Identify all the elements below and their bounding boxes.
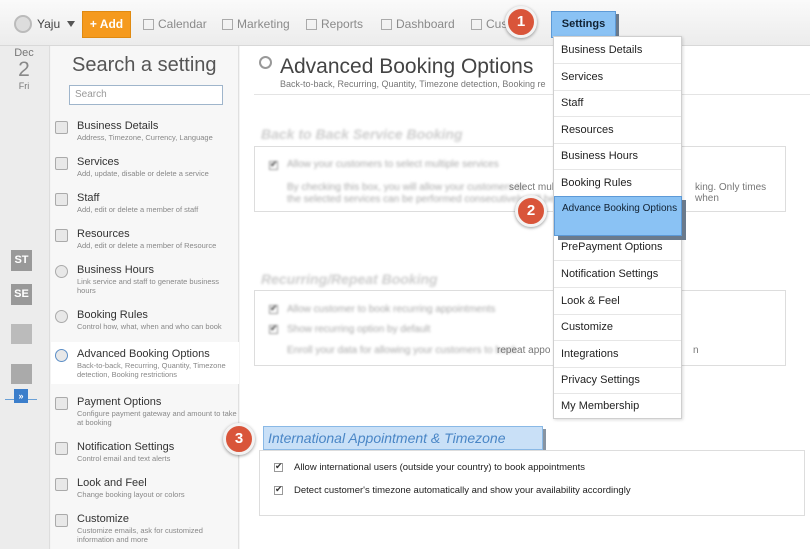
timezone-detect-label: Detect customer's timezone automatically… [294,485,631,496]
nav-dashboard[interactable]: Dashboard [381,17,455,31]
user-menu[interactable]: Yaju [14,15,76,33]
resources-icon [55,229,68,242]
menu-item-staff[interactable]: Staff [554,91,681,117]
section-recurring: Allow customer to book recurring appoint… [254,290,786,366]
menu-item-advance-booking-options[interactable]: Advance Booking Options [554,196,682,236]
nav-calendar[interactable]: Calendar [143,17,207,31]
page-title: Advanced Booking Options [280,55,534,78]
step-marker-1: 1 [505,6,537,38]
brush-icon [55,478,68,491]
sidebar-item-booking-rules[interactable]: Booking Rules Control how, what, when an… [51,309,239,331]
divider [254,94,810,95]
section-international: Allow international users (outside your … [259,450,805,516]
document-icon [55,157,68,170]
sidebar-item-business-hours[interactable]: Business Hours Link service and staff to… [51,264,239,295]
menu-item-business-hours[interactable]: Business Hours [554,144,681,170]
gear-icon [55,310,68,323]
menu-item-business-details[interactable]: Business Details [554,37,681,64]
multi-service-desc: By checking this box, you will allow you… [287,182,525,193]
multi-service-desc-visible-2: king. Only times when [695,182,767,204]
timezone-detect-checkbox[interactable] [274,484,283,495]
sidebar-item-look-and-feel[interactable]: Look and Feel Change booking layout or c… [51,477,239,499]
user-name: Yaju [37,17,61,31]
recurring-default-label: Show recurring option by default [287,324,431,335]
recurring-label: Allow customer to book recurring appoint… [287,304,496,315]
sidebar-item-resources[interactable]: Resources Add, edit or delete a member o… [51,228,239,250]
date-day: 2 [18,58,30,81]
menu-item-privacy-settings[interactable]: Privacy Settings [554,368,681,394]
sidebar-item-services[interactable]: Services Add, update, disable or delete … [51,156,239,178]
megaphone-icon [222,18,233,30]
multi-service-checkbox[interactable] [269,159,278,170]
calendar-icon [143,18,154,30]
menu-item-resources[interactable]: Resources [554,117,681,144]
card-icon [55,397,68,410]
nav-reports[interactable]: Reports [306,17,363,31]
magnifier-gear-icon [55,349,68,362]
dashboard-icon [381,18,392,30]
notification-icon [55,442,68,455]
person-icon [471,18,482,30]
sidebar-item-business-details[interactable]: Business Details Address, Timezone, Curr… [51,120,239,142]
top-bar: Yaju + Add Calendar Marketing Reports Da… [0,0,810,46]
recurring-desc: Enroll your data for allowing your custo… [287,345,518,356]
sidebar-item-customize[interactable]: Customize Customize emails, ask for cust… [51,513,239,544]
rail-badge-st[interactable]: ST [11,250,32,271]
caret-down-icon [67,21,76,27]
menu-item-customize[interactable]: Customize [554,315,681,341]
staff-icon [55,193,68,206]
magnifier-gear-icon [259,56,272,69]
business-icon [55,121,68,134]
rail-badge-se[interactable]: SE [11,284,32,305]
menu-item-services[interactable]: Services [554,64,681,91]
nav-customers[interactable]: Cus [471,17,507,31]
menu-item-my-membership[interactable]: My Membership [554,394,681,419]
section-back-to-back-heading: Back to Back Service Booking [261,126,463,142]
building-icon[interactable] [11,324,32,344]
menu-item-notification-settings[interactable]: Notification Settings [554,261,681,288]
intl-users-checkbox[interactable] [274,461,283,472]
sidebar-item-advanced-booking-options[interactable]: Advanced Booking Options Back-to-back, R… [51,342,239,384]
sidebar-item-payment-options[interactable]: Payment Options Configure payment gatewa… [51,396,239,427]
intl-users-label: Allow international users (outside your … [294,462,585,473]
step-marker-2: 2 [515,195,547,227]
recurring-default-checkbox[interactable] [269,323,278,334]
multi-service-label: Allow your customers to select multiple … [287,159,499,170]
sidebar-title: Search a setting [72,54,217,76]
menu-item-look-and-feel[interactable]: Look & Feel [554,288,681,315]
menu-item-booking-rules[interactable]: Booking Rules [554,170,681,197]
sidebar-item-staff[interactable]: Staff Add, edit or delete a member of st… [51,192,239,214]
nav-marketing[interactable]: Marketing [222,17,290,31]
settings-sidebar: Search a setting Search Business Details… [51,46,239,549]
menu-item-prepayment-options[interactable]: PrePayment Options [554,235,681,261]
section-international-heading: International Appointment & Timezone [263,426,543,450]
recurring-checkbox[interactable] [269,303,278,314]
page-subtitle: Back-to-back, Recurring, Quantity, Timez… [280,79,546,89]
left-rail: Dec 2 Fri ST SE » [0,46,50,549]
section-recurring-heading: Recurring/Repeat Booking [261,271,438,287]
clock-icon [55,265,68,278]
settings-button[interactable]: Settings [551,11,616,38]
recurring-desc-visible: repeat appo [497,345,551,356]
eye-icon[interactable] [11,364,32,384]
expand-icon[interactable]: » [14,389,28,403]
multi-service-desc-visible: select mult [509,182,557,193]
recurring-desc-visible-2: n [693,345,699,356]
report-icon [306,18,317,30]
customize-icon [55,514,68,527]
settings-search-input[interactable]: Search [69,85,223,105]
user-avatar-icon [14,15,32,33]
main-panel: Advanced Booking Options Back-to-back, R… [240,46,810,549]
date-widget[interactable]: Dec 2 Fri [0,46,48,91]
sidebar-item-notification-settings[interactable]: Notification Settings Control email and … [51,441,239,463]
menu-item-integrations[interactable]: Integrations [554,341,681,368]
step-marker-3: 3 [223,423,255,455]
date-weekday: Fri [18,81,30,91]
add-button[interactable]: + Add [82,11,131,38]
